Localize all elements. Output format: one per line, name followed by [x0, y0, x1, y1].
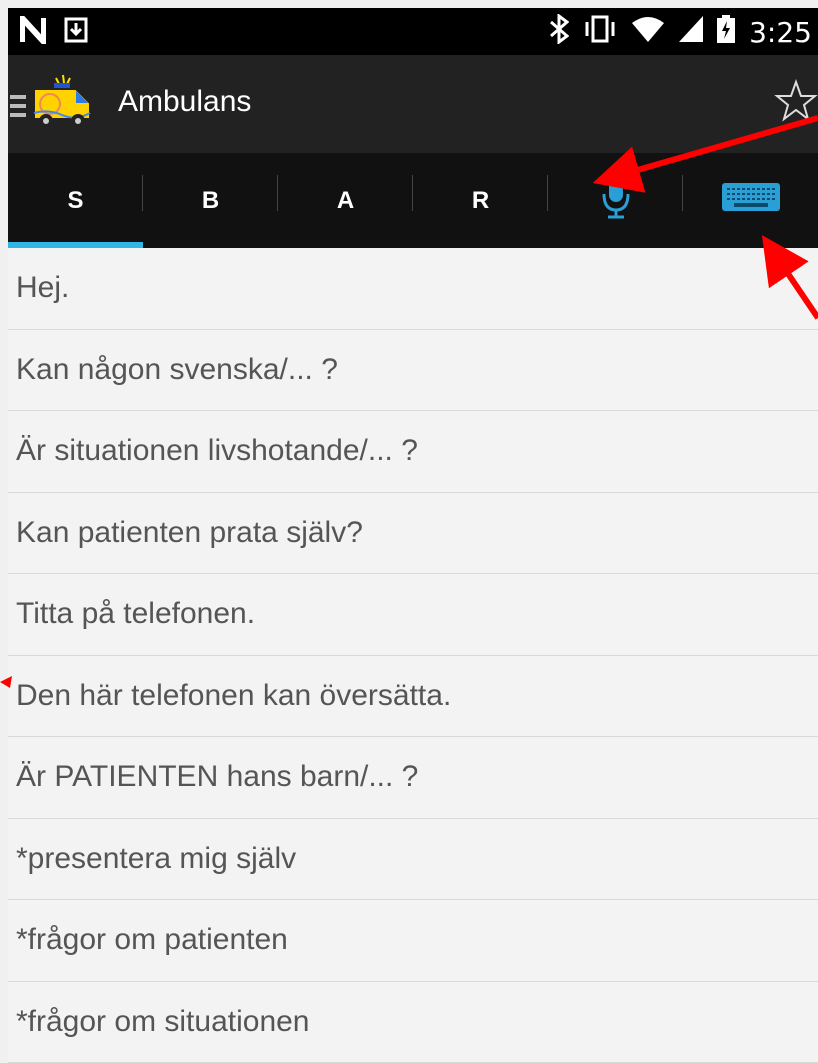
keyboard-icon — [722, 183, 780, 218]
list-item-text: *frågor om patienten — [16, 923, 288, 957]
ambulance-logo-icon[interactable] — [28, 73, 98, 131]
vibrate-icon — [583, 14, 617, 51]
list-item[interactable]: Kan patienten prata själv? — [8, 493, 818, 575]
tab-label: A — [337, 187, 354, 215]
list-item[interactable]: Titta på telefonen. — [8, 574, 818, 656]
list-item-text: Kan patienten prata själv? — [16, 516, 363, 550]
tab-s[interactable]: S — [8, 153, 143, 248]
list-item-text: Är situationen livshotande/... ? — [16, 434, 418, 468]
tab-label: B — [202, 187, 219, 215]
tab-a[interactable]: A — [278, 153, 413, 248]
list-item[interactable]: Hej. — [8, 248, 818, 330]
list-item[interactable]: *frågor om situationen — [8, 982, 818, 1063]
tab-b[interactable]: B — [143, 153, 278, 248]
tab-r[interactable]: R — [413, 153, 548, 248]
list-item[interactable]: *frågor om patienten — [8, 900, 818, 982]
list-item-text: Den här telefonen kan översätta. — [16, 679, 451, 713]
star-icon[interactable] — [774, 79, 818, 123]
list-item[interactable]: Är PATIENTEN hans barn/... ? — [8, 737, 818, 819]
tab-label: S — [67, 187, 83, 215]
status-bar: 3:25 — [8, 8, 818, 55]
list-item-text: *presentera mig själv — [16, 842, 296, 876]
drawer-icon[interactable] — [10, 93, 26, 124]
list-item[interactable]: Den här telefonen kan översätta. — [8, 656, 818, 738]
list-item-text: Är PATIENTEN hans barn/... ? — [16, 760, 418, 794]
n-icon — [20, 16, 46, 49]
list-item-text: Hej. — [16, 271, 69, 305]
list-item-text: Kan någon svenska/... ? — [16, 353, 338, 387]
list-item[interactable]: Är situationen livshotande/... ? — [8, 411, 818, 493]
bluetooth-icon — [549, 14, 569, 51]
battery-icon — [717, 15, 735, 50]
wifi-icon — [631, 15, 665, 50]
clock: 3:25 — [749, 16, 812, 49]
app-bar: Ambulans — [8, 55, 818, 153]
list-item[interactable]: Kan någon svenska/... ? — [8, 330, 818, 412]
tab-bar: S B A R — [8, 153, 818, 248]
tab-label: R — [472, 187, 489, 215]
status-right: 3:25 — [549, 14, 812, 51]
app-title: Ambulans — [118, 85, 251, 119]
list-item-text: Titta på telefonen. — [16, 597, 255, 631]
phrase-list: Hej. Kan någon svenska/... ? Är situatio… — [8, 248, 818, 1063]
list-item-text: *frågor om situationen — [16, 1005, 310, 1039]
cell-signal-icon — [679, 16, 703, 49]
tab-keyboard[interactable] — [683, 153, 818, 248]
list-item[interactable]: *presentera mig själv — [8, 819, 818, 901]
tab-microphone[interactable] — [548, 153, 683, 248]
download-icon — [64, 17, 88, 48]
status-left — [20, 16, 88, 49]
microphone-icon — [602, 174, 630, 227]
